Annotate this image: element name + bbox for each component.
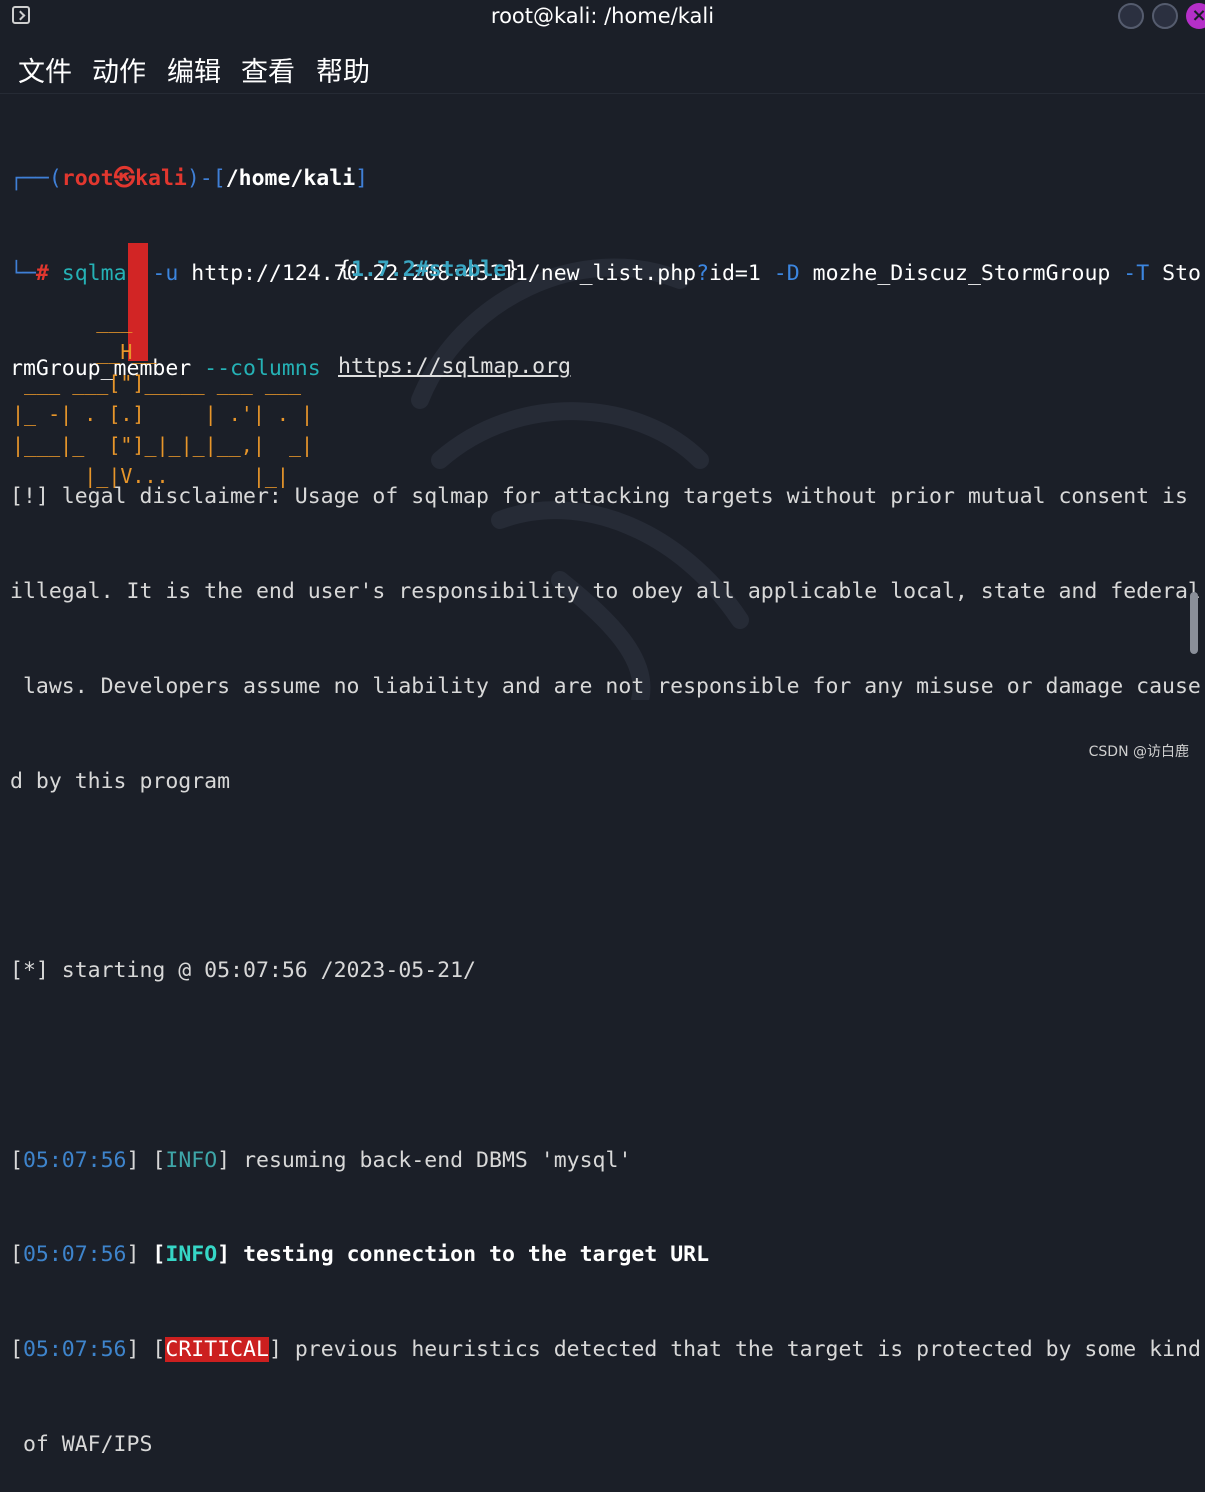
prompt-line-1: ┌──(root㉿kali)-[/home/kali] [10,166,369,192]
menu-view[interactable]: 查看 [241,50,295,89]
menu-divider [0,93,1205,94]
disclaimer-line: illegal. It is the end user's responsibi… [10,578,1201,604]
menu-file[interactable]: 文件 [18,50,72,89]
sqlmap-link[interactable]: https://sqlmap.org [338,354,571,379]
scrollbar-thumb[interactable] [1190,592,1198,654]
menu-action[interactable]: 动作 [92,50,146,89]
close-icon: × [1191,5,1205,26]
log-line-wrap: of WAF/IPS [10,1432,153,1457]
menu-edit[interactable]: 编辑 [167,50,221,89]
title-bar: root@kali: /home/kali × [0,0,1205,36]
menu-bar: 文件 动作 编辑 查看 帮助 [0,44,1205,92]
close-button[interactable]: × [1186,3,1205,29]
log-line: [05:07:56] [CRITICAL] previous heuristic… [10,1337,1201,1363]
log-line: [05:07:56] [INFO] resuming back-end DBMS… [10,1147,632,1173]
terminal-output-lower[interactable]: [!] legal disclaimer: Usage of sqlmap fo… [10,418,1201,1492]
disclaimer-line: laws. Developers assume no liability and… [10,673,1201,699]
csdn-watermark: CSDN @访白鹿 [1088,744,1189,760]
minimize-button[interactable] [1118,3,1144,29]
sqlmap-banner: ___ __H__ ___ ___["]_____ ___ ___ |_ -| … [12,213,332,488]
version-label: {1.7.2#stable} [338,257,520,282]
maximize-button[interactable] [1152,3,1178,29]
menu-help[interactable]: 帮助 [316,50,370,89]
disclaimer-line: d by this program [10,768,231,794]
starting-line: [*] starting @ 05:07:56 /2023-05-21/ [10,958,476,984]
window-title: root@kali: /home/kali [490,4,715,28]
disclaimer-line: [!] legal disclaimer: Usage of sqlmap fo… [10,484,1188,510]
log-line: [05:07:56] [INFO] testing connection to … [10,1242,710,1268]
